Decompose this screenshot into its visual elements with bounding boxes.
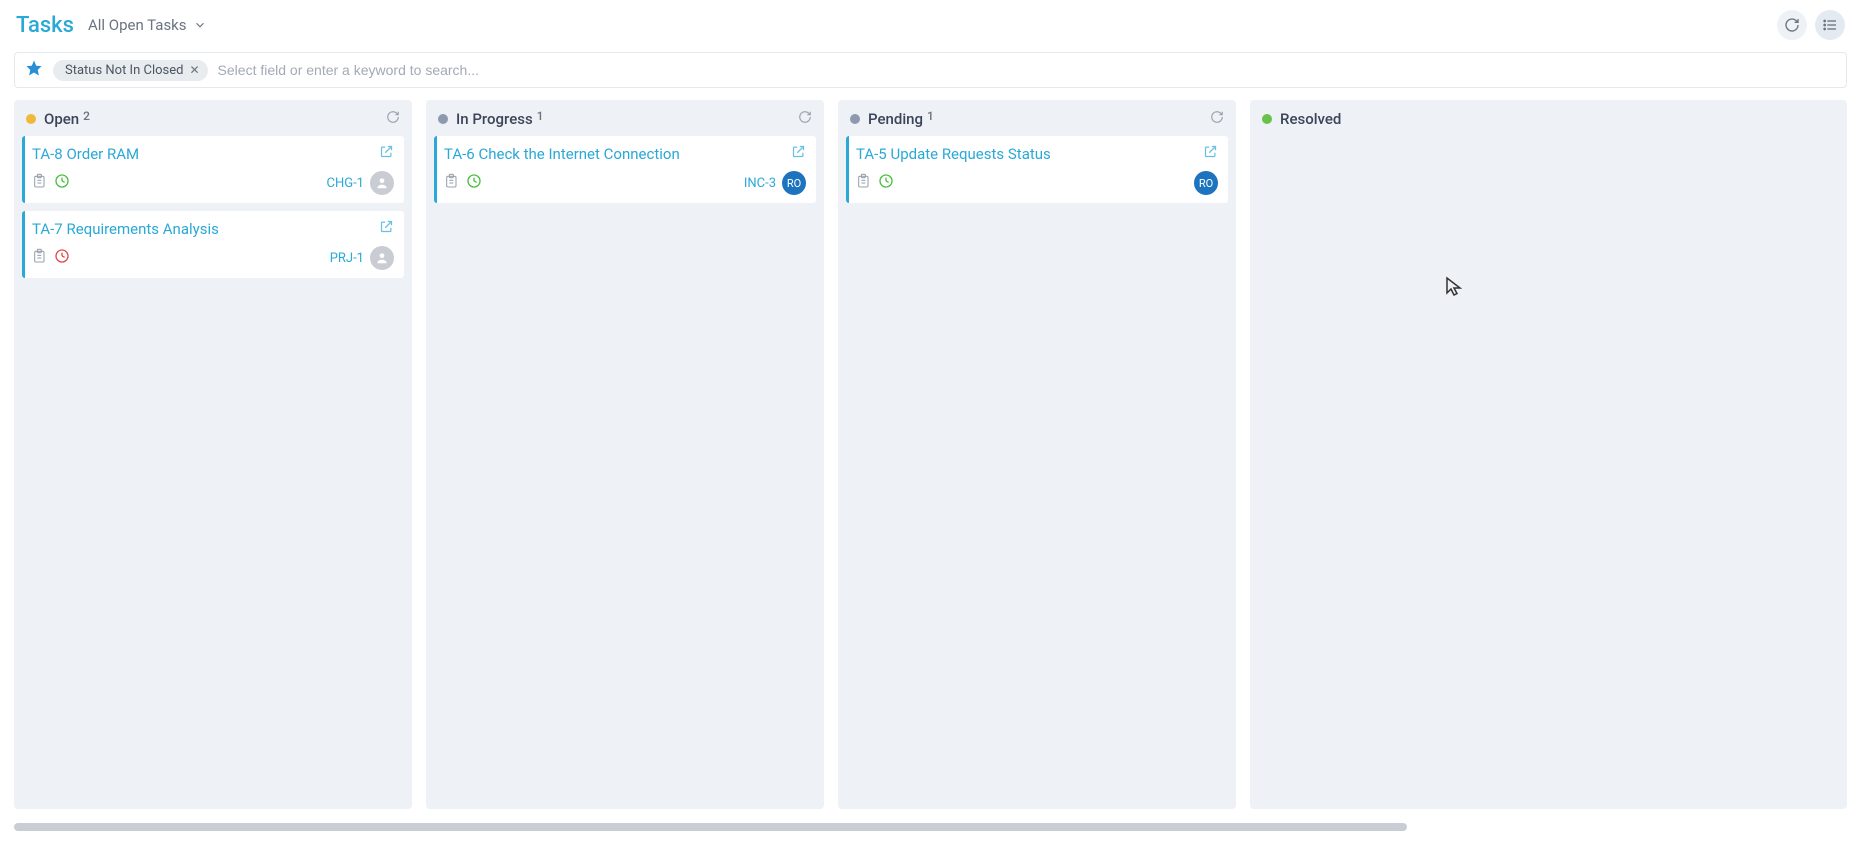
filter-chip-label: Status Not In Closed [65,63,183,78]
header-actions [1777,10,1845,40]
clipboard-icon [856,173,872,193]
column-pending: Pending 1 TA-5 Update Requests Status RO [838,100,1236,809]
column-count: 1 [927,109,934,123]
card-bottom-row: RO [856,171,1218,195]
refresh-icon [386,110,400,124]
person-icon [375,251,389,265]
list-view-button[interactable] [1815,10,1845,40]
assignee-avatar[interactable]: RO [782,171,806,195]
task-link[interactable]: TA-5 Update Requests Status [856,145,1051,163]
search-input[interactable] [218,62,1836,78]
column-title: Open [44,110,79,128]
card-top-row: TA-7 Requirements Analysis [32,219,394,238]
scrollbar-thumb[interactable] [14,823,1407,831]
list-icon [1822,17,1838,33]
task-card[interactable]: TA-8 Order RAM CHG-1 [22,136,404,203]
column-title: Resolved [1280,110,1341,128]
card-top-row: TA-8 Order RAM [32,144,394,163]
assignee-avatar[interactable]: RO [1194,171,1218,195]
avatar-initials: RO [787,177,801,190]
task-card[interactable]: TA-6 Check the Internet Connection INC-3… [434,136,816,203]
horizontal-scrollbar[interactable] [14,823,1847,831]
external-link-icon [379,219,394,234]
column-refresh-button[interactable] [1210,110,1224,128]
external-link-icon [379,144,394,159]
column-refresh-button[interactable] [798,110,812,128]
open-external-button[interactable] [791,144,806,163]
view-selector[interactable]: All Open Tasks [88,16,207,34]
view-selector-label: All Open Tasks [88,16,187,34]
column-resolved: Resolved [1250,100,1847,809]
card-list: TA-6 Check the Internet Connection INC-3… [426,136,824,203]
task-title: Check the Internet Connection [478,145,679,163]
page-title: Tasks [16,13,74,38]
column-title: Pending [868,110,923,128]
column-refresh-button[interactable] [386,110,400,128]
clipboard-icon [32,173,48,193]
task-id: TA-7 [32,220,63,238]
task-link[interactable]: TA-7 Requirements Analysis [32,220,219,238]
filter-chip-status[interactable]: Status Not In Closed ✕ [53,60,208,81]
card-top-row: TA-6 Check the Internet Connection [444,144,806,163]
person-icon [375,176,389,190]
refresh-icon [798,110,812,124]
task-title: Order RAM [66,145,139,163]
sla-clock-icon [878,173,894,193]
task-link[interactable]: TA-8 Order RAM [32,145,139,163]
task-id: TA-8 [32,145,63,163]
refresh-button[interactable] [1777,10,1807,40]
chevron-down-icon [193,18,207,32]
task-card[interactable]: TA-5 Update Requests Status RO [846,136,1228,203]
column-count: 2 [83,109,90,123]
card-bottom-row: CHG-1 [32,171,394,195]
column-count: 1 [537,109,544,123]
card-list: TA-5 Update Requests Status RO [838,136,1236,203]
column-header: Pending 1 [838,100,1236,136]
task-id: TA-5 [856,145,887,163]
column-header: Open 2 [14,100,412,136]
sla-clock-icon [54,248,70,268]
status-dot-icon [438,114,448,124]
refresh-icon [1210,110,1224,124]
status-dot-icon [26,114,36,124]
search-bar: Status Not In Closed ✕ [14,52,1847,88]
task-reference[interactable]: CHG-1 [327,176,365,191]
open-external-button[interactable] [379,144,394,163]
sla-clock-icon [54,173,70,193]
column-header: Resolved [1250,100,1847,136]
kanban-board: Open 2 TA-8 Order RAM CHG-1 TA-7 Requireme… [0,100,1861,823]
avatar-initials: RO [1199,177,1213,190]
task-title: Requirements Analysis [66,220,218,238]
favorite-icon[interactable] [25,59,43,81]
external-link-icon [791,144,806,159]
external-link-icon [1203,144,1218,159]
open-external-button[interactable] [379,219,394,238]
task-reference[interactable]: INC-3 [744,176,776,191]
page-header: Tasks All Open Tasks [0,0,1861,46]
clipboard-icon [32,248,48,268]
column-header: In Progress 1 [426,100,824,136]
status-dot-icon [850,114,860,124]
task-id: TA-6 [444,145,475,163]
status-dot-icon [1262,114,1272,124]
clipboard-icon [444,173,460,193]
open-external-button[interactable] [1203,144,1218,163]
task-reference[interactable]: PRJ-1 [330,251,364,266]
assignee-avatar[interactable] [370,171,394,195]
sla-clock-icon [466,173,482,193]
column-in_progress: In Progress 1 TA-6 Check the Internet Con… [426,100,824,809]
card-list: TA-8 Order RAM CHG-1 TA-7 Requirements An… [14,136,412,278]
task-card[interactable]: TA-7 Requirements Analysis PRJ-1 [22,211,404,278]
card-bottom-row: PRJ-1 [32,246,394,270]
task-title: Update Requests Status [890,145,1050,163]
filter-chip-remove[interactable]: ✕ [189,64,199,76]
card-top-row: TA-5 Update Requests Status [856,144,1218,163]
refresh-icon [1784,17,1800,33]
column-title: In Progress [456,110,533,128]
assignee-avatar[interactable] [370,246,394,270]
column-open: Open 2 TA-8 Order RAM CHG-1 TA-7 Requireme… [14,100,412,809]
task-link[interactable]: TA-6 Check the Internet Connection [444,145,680,163]
card-bottom-row: INC-3 RO [444,171,806,195]
